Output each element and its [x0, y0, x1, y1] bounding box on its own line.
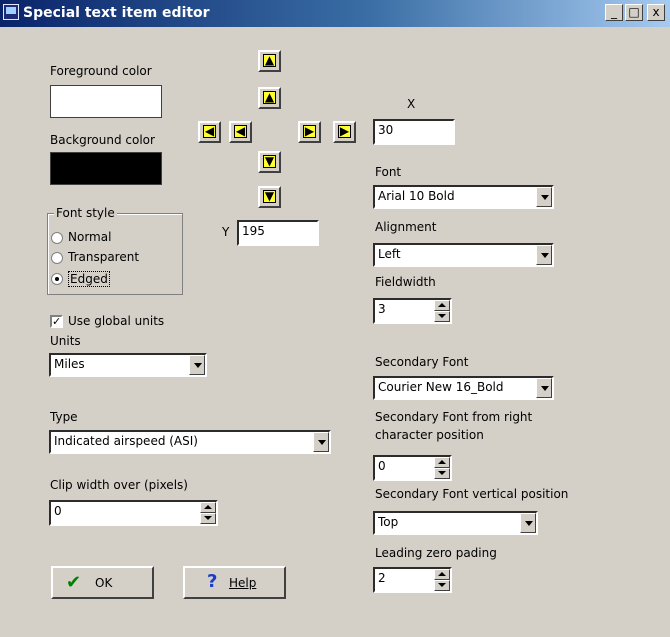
y-input[interactable]: 195	[237, 220, 319, 246]
leading-zero-label: Leading zero pading	[375, 546, 497, 560]
secondary-font-vpos-value: Top	[378, 515, 399, 529]
hand-down-icon: ▼	[262, 189, 277, 203]
radio-edged-dot	[51, 273, 63, 285]
secondary-font-right-label-1: Secondary Font from right	[375, 410, 533, 424]
clip-width-label: Clip width over (pixels)	[50, 478, 188, 492]
spin-up-icon[interactable]	[434, 300, 450, 311]
ok-button[interactable]: ✔ OK	[51, 566, 154, 599]
move-right-button[interactable]: ▶	[298, 121, 321, 143]
y-label: Y	[222, 225, 230, 239]
font-select[interactable]: Arial 10 Bold	[373, 185, 554, 209]
app-icon	[3, 4, 19, 20]
fieldwidth-label: Fieldwidth	[375, 275, 436, 289]
move-down-button[interactable]: ▼	[258, 151, 281, 173]
fieldwidth-spinner[interactable]: 3	[373, 298, 452, 324]
spin-down-icon[interactable]	[200, 513, 216, 524]
hand-up-icon: ▲	[262, 53, 277, 67]
secondary-font-right-label-2: character position	[375, 428, 484, 442]
spin-up-icon[interactable]	[434, 457, 450, 468]
move-left-button[interactable]: ◀	[229, 121, 252, 143]
secondary-font-label: Secondary Font	[375, 355, 469, 369]
help-label: Help	[229, 576, 257, 590]
close-button[interactable]: x	[647, 4, 665, 21]
secondary-font-vpos-label: Secondary Font vertical position	[375, 487, 569, 501]
font-label: Font	[375, 165, 402, 179]
alignment-value: Left	[378, 247, 401, 261]
secondary-font-right-spinner[interactable]: 0	[373, 455, 452, 481]
chevron-down-icon[interactable]	[536, 245, 552, 265]
use-global-units-label: Use global units	[68, 314, 165, 328]
help-button[interactable]: ? Help	[183, 566, 286, 599]
background-color-swatch[interactable]	[50, 152, 162, 185]
maximize-button[interactable]: □	[625, 4, 643, 21]
alignment-select[interactable]: Left	[373, 243, 554, 267]
leading-zero-spinner[interactable]: 2	[373, 567, 452, 593]
secondary-font-right-value: 0	[378, 459, 386, 473]
foreground-color-label: Foreground color	[50, 64, 152, 78]
type-value: Indicated airspeed (ASI)	[54, 434, 198, 448]
font-style-label: Font style	[54, 206, 117, 220]
radio-edged-label: Edged	[68, 271, 110, 287]
hand-right-icon: ▶	[337, 124, 352, 138]
chevron-down-icon[interactable]	[189, 355, 205, 375]
foreground-color-swatch[interactable]	[50, 85, 162, 118]
radio-normal-dot	[51, 232, 63, 244]
spin-down-icon[interactable]	[434, 311, 450, 322]
secondary-font-value: Courier New 16_Bold	[378, 380, 504, 394]
title-bar: Special text item editor _ □ x	[0, 0, 670, 27]
leading-zero-value: 2	[378, 571, 386, 585]
spin-up-icon[interactable]	[200, 502, 216, 513]
move-up-button[interactable]: ▲	[258, 87, 281, 109]
move-up-fast-button[interactable]: ▲	[258, 50, 281, 72]
type-select[interactable]: Indicated airspeed (ASI)	[49, 430, 331, 454]
hand-left-icon: ◀	[202, 124, 217, 138]
editor-window: Special text item editor _ □ x Foregroun…	[0, 0, 670, 637]
spin-up-icon[interactable]	[434, 569, 450, 580]
secondary-font-vpos-select[interactable]: Top	[373, 511, 538, 535]
clip-width-value: 0	[54, 504, 62, 518]
checkbox-mark: ✓	[50, 315, 63, 328]
chevron-down-icon[interactable]	[313, 432, 329, 452]
radio-transparent-dot	[51, 252, 63, 264]
units-value: Miles	[54, 357, 85, 371]
move-right-fast-button[interactable]: ▶	[333, 121, 356, 143]
x-input[interactable]: 30	[373, 119, 455, 145]
background-color-label: Background color	[50, 133, 155, 147]
chevron-down-icon[interactable]	[536, 187, 552, 207]
radio-transparent-label: Transparent	[68, 250, 140, 264]
spin-down-icon[interactable]	[434, 580, 450, 591]
fieldwidth-value: 3	[378, 302, 386, 316]
chevron-down-icon[interactable]	[536, 378, 552, 398]
move-left-fast-button[interactable]: ◀	[198, 121, 221, 143]
type-label: Type	[50, 410, 78, 424]
alignment-label: Alignment	[375, 220, 437, 234]
move-down-fast-button[interactable]: ▼	[258, 186, 281, 208]
window-title: Special text item editor	[23, 5, 210, 21]
secondary-font-select[interactable]: Courier New 16_Bold	[373, 376, 554, 400]
radio-normal-label: Normal	[68, 230, 112, 244]
x-label: X	[407, 97, 416, 111]
clip-width-spinner[interactable]: 0	[49, 500, 218, 526]
hand-up-icon: ▲	[262, 90, 277, 104]
help-icon: ?	[207, 571, 218, 592]
minimize-button[interactable]: _	[605, 4, 623, 21]
spin-down-icon[interactable]	[434, 468, 450, 479]
hand-right-icon: ▶	[302, 124, 317, 138]
hand-left-icon: ◀	[233, 124, 248, 138]
hand-down-icon: ▼	[262, 154, 277, 168]
chevron-down-icon[interactable]	[520, 513, 536, 533]
font-value: Arial 10 Bold	[378, 189, 455, 203]
ok-label: OK	[95, 576, 113, 590]
check-icon: ✔	[66, 572, 82, 593]
units-select[interactable]: Miles	[49, 353, 207, 377]
units-label: Units	[50, 334, 81, 348]
